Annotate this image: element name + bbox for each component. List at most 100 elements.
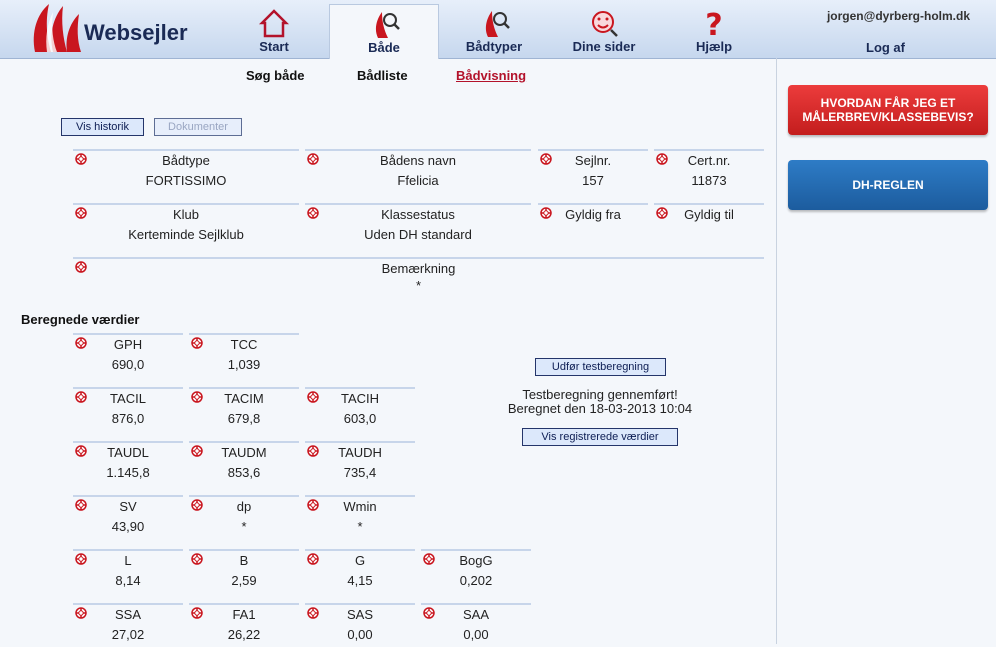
calc-cell-saa: SAA 0,00 xyxy=(421,603,531,647)
field-value: 853,6 xyxy=(227,465,261,480)
user-email: jorgen@dyrberg-holm.dk xyxy=(826,9,970,23)
sail-logo-icon xyxy=(33,4,81,52)
dh-rule-button[interactable]: DH-REGLEN xyxy=(788,160,988,210)
history-button[interactable]: Vis historik xyxy=(61,118,144,136)
field-label: TCC xyxy=(230,337,258,352)
calc-cell-fa1: FA1 26,22 xyxy=(189,603,299,647)
svg-text:?: ? xyxy=(705,8,722,39)
calc-cell-b: B 2,59 xyxy=(189,549,299,593)
calc-cell-bogg: BogG 0,202 xyxy=(421,549,531,593)
field-value: 26,22 xyxy=(227,627,261,642)
field-value: 8,14 xyxy=(115,573,141,588)
field-label: Sejlnr. xyxy=(574,153,612,168)
tab-label: Bådtyper xyxy=(465,39,523,54)
field-label: Bådtype xyxy=(162,153,210,168)
field-value: 679,8 xyxy=(227,411,261,426)
calc-cell-taudm: TAUDM 853,6 xyxy=(189,441,299,485)
field-label: SV xyxy=(119,499,137,514)
tab-baadtyper[interactable]: Bådtyper xyxy=(448,4,540,58)
field-value: Uden DH standard xyxy=(364,227,472,242)
calc-cell-tcc: TCC 1,039 xyxy=(189,333,299,377)
field-label: dp xyxy=(236,499,252,514)
certificate-help-button[interactable]: HVORDAN FÅR JEG ET MÅLERBREV/KLASSEBEVIS… xyxy=(788,85,988,135)
tab-hjaelp[interactable]: ? Hjælp xyxy=(668,4,760,58)
field-label: SAA xyxy=(462,607,489,622)
field-value: FORTISSIMO xyxy=(145,173,227,188)
field-label: TACIH xyxy=(340,391,380,406)
info-class-status: Klassestatus Uden DH standard xyxy=(305,203,531,247)
run-test-calculation-button[interactable]: Udfør testberegning xyxy=(535,358,666,376)
field-value: * xyxy=(357,519,363,534)
field-label: Cert.nr. xyxy=(687,153,731,168)
field-value: Kerteminde Sejlklub xyxy=(128,227,244,242)
field-label: TACIL xyxy=(110,391,146,406)
calc-cell-l: L 8,14 xyxy=(73,549,183,593)
documents-button[interactable]: Dokumenter xyxy=(154,118,242,136)
field-label: L xyxy=(124,553,132,568)
field-value: 735,4 xyxy=(343,465,377,480)
field-label: Bådens navn xyxy=(380,153,456,168)
subnav-search[interactable]: Søg både xyxy=(246,68,305,83)
question-icon: ? xyxy=(705,8,722,39)
field-value: * xyxy=(241,519,247,534)
tab-label: Start xyxy=(259,39,289,54)
logo-text: Websejler xyxy=(84,20,188,45)
field-value: 690,0 xyxy=(111,357,145,372)
calc-cell-g: G 4,15 xyxy=(305,549,415,593)
info-boat-name: Bådens navn Ffelicia xyxy=(305,149,531,193)
calculated-date-line: Beregnet den 18-03-2013 10:04 xyxy=(507,401,693,416)
info-sail-number: Sejlnr. 157 xyxy=(538,149,648,193)
field-value: * xyxy=(415,278,422,293)
calc-cell-wmin: Wmin * xyxy=(305,495,415,539)
field-label: G xyxy=(354,553,366,568)
field-value: 4,15 xyxy=(347,573,373,588)
house-icon xyxy=(258,9,290,38)
field-label: Wmin xyxy=(343,499,377,514)
button-line: HVORDAN FÅR JEG ET xyxy=(820,96,956,110)
field-label: Gyldig fra xyxy=(565,207,621,222)
calc-cell-taudh: TAUDH 735,4 xyxy=(305,441,415,485)
button-line: MÅLERBREV/KLASSEBEVIS? xyxy=(802,110,974,124)
calc-cell-ssa: SSA 27,02 xyxy=(73,603,183,647)
test-status-line: Testberegning gennemført! xyxy=(522,387,678,402)
tab-dine-sider[interactable]: Dine sider xyxy=(556,4,652,58)
calc-cell-sv: SV 43,90 xyxy=(73,495,183,539)
field-label: FA1 xyxy=(232,607,256,622)
smiley-icon xyxy=(592,11,618,37)
button-label: DH-REGLEN xyxy=(852,178,924,192)
calc-cell-taudl: TAUDL 1.145,8 xyxy=(73,441,183,485)
tab-start[interactable]: Start xyxy=(230,4,318,58)
field-value: 11873 xyxy=(691,173,727,188)
tab-label: Dine sider xyxy=(572,39,636,54)
calc-cell-tacim: TACIM 679,8 xyxy=(189,387,299,431)
field-label: Klub xyxy=(172,207,200,222)
calc-cell-tacil: TACIL 876,0 xyxy=(73,387,183,431)
sidebar-divider xyxy=(776,58,777,644)
show-registered-values-button[interactable]: Vis registrerede værdier xyxy=(522,428,678,446)
field-value: 1,039 xyxy=(227,357,261,372)
info-boat-type: Bådtype FORTISSIMO xyxy=(73,149,299,193)
info-remark: Bemærkning * xyxy=(73,257,764,301)
field-value: 0,00 xyxy=(347,627,373,642)
field-value: 2,59 xyxy=(231,573,257,588)
field-value: 157 xyxy=(582,173,604,188)
tab-baade[interactable]: Både xyxy=(329,4,439,59)
subnav-list[interactable]: Bådliste xyxy=(357,68,408,83)
field-value: 603,0 xyxy=(343,411,377,426)
info-valid-to: Gyldig til xyxy=(654,203,764,247)
field-value: 43,90 xyxy=(111,519,145,534)
logout-link[interactable]: Log af xyxy=(866,40,905,55)
field-label: TAUDH xyxy=(338,445,382,460)
calc-cell-gph: GPH 690,0 xyxy=(73,333,183,377)
field-value: 0,202 xyxy=(459,573,493,588)
field-label: Klassestatus xyxy=(381,207,455,222)
tab-label: Hjælp xyxy=(695,39,733,54)
field-value: 0,00 xyxy=(463,627,489,642)
subnav-view[interactable]: Bådvisning xyxy=(456,68,526,83)
calc-cell-sas: SAS 0,00 xyxy=(305,603,415,647)
tab-label: Både xyxy=(368,40,400,55)
field-value: 27,02 xyxy=(111,627,145,642)
field-value: Ffelicia xyxy=(397,173,439,188)
top-header: Websejler Start Både Bådtyper Dine sider… xyxy=(0,0,996,59)
info-cert-number: Cert.nr. 11873 xyxy=(654,149,764,193)
